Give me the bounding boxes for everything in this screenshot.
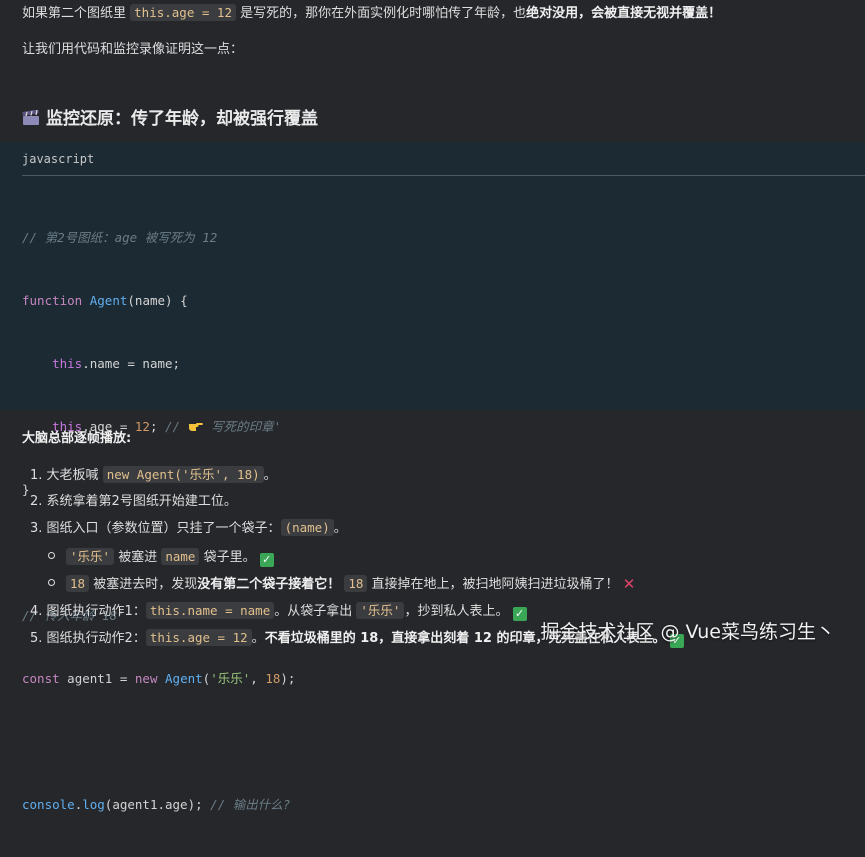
code-block: javascript // 第2号图纸：age 被写死为 12 function… — [0, 142, 865, 812]
list-text: 。 — [263, 468, 277, 483]
list-number: 4. — [30, 604, 43, 619]
sub-list-item: 18 被塞进去时，发现没有第二个袋子接着它！ 18 直接掉在地上，被扫地阿姨扫进… — [48, 573, 635, 596]
list-number: 3. — [30, 521, 43, 536]
code-object: console — [22, 797, 75, 812]
inline-code: new Agent('乐乐', 18) — [102, 466, 264, 483]
list-item: 3. 图纸入口（参数位置）只挂了一个袋子： (name)。 — [30, 517, 347, 540]
code-line: function Agent(name) { — [22, 290, 295, 311]
code-text: . — [74, 797, 83, 812]
clapperboard-icon — [22, 110, 39, 125]
list-text: 。 — [333, 521, 347, 536]
code-line: console.log(agent1.age); // 输出什么? — [22, 794, 295, 815]
list-text: 图纸入口（参数位置）只挂了一个袋子： — [46, 521, 281, 536]
code-this: this — [52, 356, 83, 371]
list-number: 1. — [30, 468, 43, 483]
code-comment: 写死的印章' — [211, 419, 282, 434]
sub-list-item: '乐乐' 被塞进 name 袋子里。 ✓ — [48, 546, 274, 569]
inline-code: this.name = name — [145, 602, 275, 619]
check-mark-icon: ✓ — [259, 553, 274, 567]
code-string: '乐乐' — [210, 671, 251, 686]
inline-code: 18 — [344, 575, 368, 592]
code-text: (name) { — [127, 293, 188, 308]
code-line: this.name = name; — [22, 353, 295, 374]
inline-code: '乐乐' — [66, 548, 115, 565]
list-text: 被塞进 — [114, 550, 162, 565]
list-text: 大老板喊 — [46, 468, 103, 483]
bullet — [48, 579, 55, 586]
section-heading: 监控还原：传了年龄，却被强行覆盖 — [22, 104, 318, 129]
code-text: (agent1.age); — [104, 797, 203, 812]
list-item: 4. 图纸执行动作1： this.name = name 。从袋子拿出 '乐乐' ，抄… — [30, 600, 527, 623]
inline-code: name — [161, 548, 200, 565]
code-language-label: javascript — [22, 152, 95, 166]
code-text: ); — [280, 671, 296, 686]
code-line: // 第2号图纸：age 被写死为 12 — [22, 227, 295, 248]
inline-code: this.age = 12 — [130, 4, 236, 21]
lead-paragraph: 让我们用代码和监控录像证明这一点： — [22, 42, 244, 57]
list-text: 系统拿着第2号图纸开始建工位。 — [46, 494, 237, 509]
code-text: .name = name; — [82, 356, 181, 371]
list-text: 图纸执行动作2： — [46, 631, 146, 646]
code-text: ; — [149, 419, 158, 434]
list-text: 直接掉在地上，被扫地阿姨扫进垃圾桶了！ — [367, 577, 619, 592]
list-text: 。 — [251, 631, 265, 646]
intro-bold: 绝对没用，会被直接无视并覆盖！ — [526, 6, 722, 21]
code-comment: // 第2号图纸：age 被写死为 12 — [22, 230, 218, 245]
list-number: 2. — [30, 494, 43, 509]
code-number: 12 — [134, 419, 150, 434]
intro-text-2: 是写死的，那你在外面实例化时哪怕传了年龄，也 — [235, 6, 527, 21]
code-divider — [22, 175, 865, 176]
list-bold: 没有第二个袋子接着它！ — [197, 577, 341, 592]
code-text: , — [250, 671, 266, 686]
pointing-hand-icon — [188, 423, 203, 431]
list-item: 1. 大老板喊 new Agent('乐乐', 18)。 — [30, 464, 277, 487]
intro-text: 如果第二个图纸里 — [22, 6, 131, 21]
list-number: 5. — [30, 631, 43, 646]
list-item: 2. 系统拿着第2号图纸开始建工位。 — [30, 491, 237, 513]
check-mark-icon: ✓ — [512, 607, 527, 621]
inline-code: this.age = 12 — [145, 629, 252, 646]
code-line: const agent1 = new Agent('乐乐', 18); — [22, 668, 295, 689]
cross-mark-icon: ✕ — [622, 575, 636, 593]
code-comment: // 输出什么? — [210, 797, 291, 812]
inline-code: '乐乐' — [356, 602, 405, 619]
code-function: Agent — [89, 293, 128, 308]
code-function: Agent — [165, 671, 203, 686]
bullet — [48, 552, 55, 559]
inline-code: 18 — [66, 575, 90, 592]
list-text: 图纸执行动作1： — [46, 604, 146, 619]
code-keyword: function — [22, 293, 83, 308]
list-text: 。从袋子拿出 — [274, 604, 357, 619]
code-keyword: const — [22, 671, 60, 686]
section-title: 监控还原：传了年龄，却被强行覆盖 — [46, 109, 318, 129]
code-comment: // — [165, 419, 181, 434]
code-function: log — [82, 797, 105, 812]
list-text: 被塞进去时，发现 — [89, 577, 198, 592]
list-text: ，抄到私人表上。 — [404, 604, 509, 619]
steps-title: 大脑总部逐帧播放: — [22, 431, 132, 446]
intro-paragraph: 如果第二个图纸里 this.age = 12 是写死的，那你在外面实例化时哪怕传… — [22, 3, 721, 24]
code-text: } — [22, 482, 30, 497]
code-text: agent1 = — [59, 671, 135, 686]
inline-code: (name) — [280, 519, 334, 536]
list-text: 袋子里。 — [199, 550, 256, 565]
code-keyword: new — [134, 671, 158, 686]
code-number: 18 — [265, 671, 281, 686]
site-watermark: 掘金技术社区 @ Vue菜鸟练习生丶 — [540, 621, 835, 643]
code-text: ( — [202, 671, 211, 686]
